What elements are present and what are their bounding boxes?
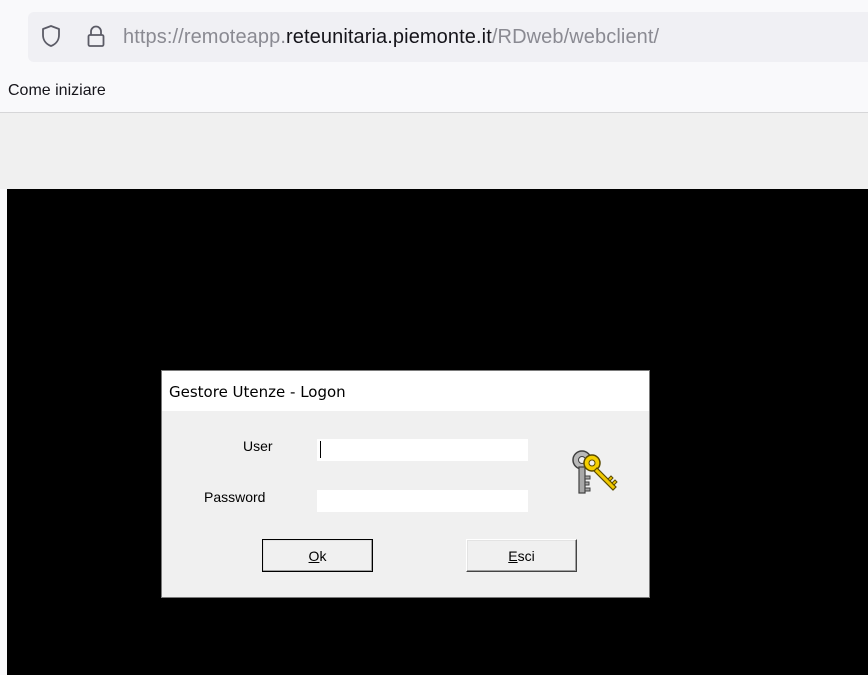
password-field[interactable]	[317, 490, 528, 512]
dialog-title-bar[interactable]: Gestore Utenze - Logon	[162, 371, 649, 411]
url-prefix: https://remoteapp.	[123, 26, 287, 48]
url-domain: reteunitaria.piemonte.it	[286, 26, 492, 48]
esci-label-rest: sci	[517, 548, 535, 564]
esci-button[interactable]: Esci	[466, 539, 577, 572]
ok-button[interactable]: Ok	[262, 539, 373, 572]
page-header-band	[0, 113, 868, 189]
bookmark-come-iniziare[interactable]: Come iniziare	[8, 82, 106, 100]
esci-mnemonic: E	[508, 548, 518, 564]
ok-label-rest: k	[319, 548, 327, 564]
tracking-protection-shield-icon[interactable]	[40, 24, 62, 48]
url-path: /RDweb/webclient/	[491, 26, 660, 48]
user-label: User	[243, 438, 273, 454]
text-caret	[320, 441, 321, 458]
password-label: Password	[204, 489, 266, 505]
ok-mnemonic: O	[308, 548, 320, 564]
user-field[interactable]	[317, 439, 528, 461]
dialog-title: Gestore Utenze - Logon	[169, 383, 346, 401]
keys-icon	[572, 450, 618, 494]
url-text[interactable]: https://remoteapp.reteunitaria.piemonte.…	[123, 26, 659, 49]
lock-icon[interactable]	[86, 24, 106, 48]
